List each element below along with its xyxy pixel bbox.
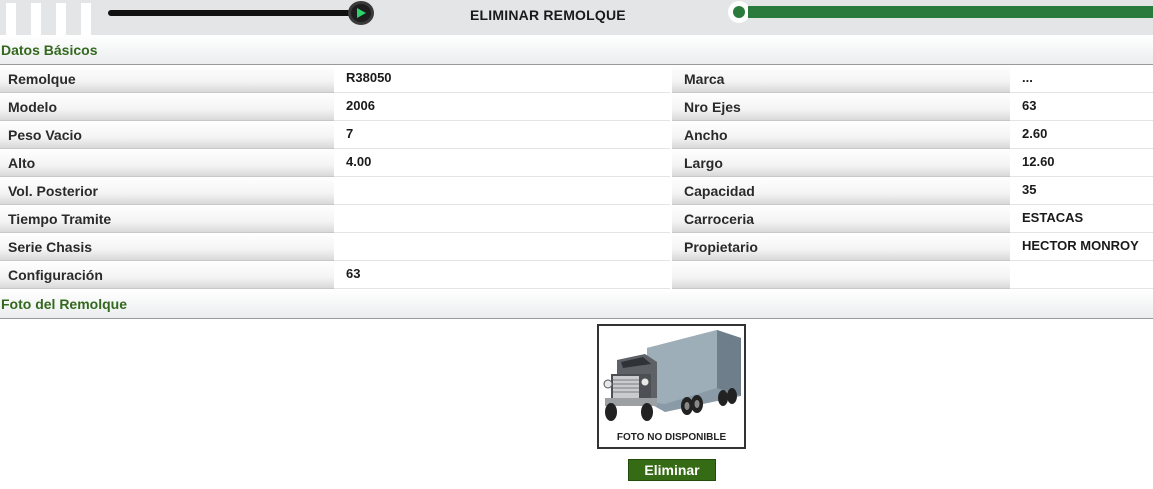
progress-knob (728, 1, 750, 23)
field-value: ... (1010, 65, 1153, 93)
details-table: Remolque R38050 Marca ... Modelo 2006 Nr… (0, 65, 1153, 289)
field-label: Propietario (672, 233, 1010, 261)
field-value: 7 (334, 121, 670, 149)
field-label: Largo (672, 149, 1010, 177)
top-bar: ELIMINAR REMOLQUE (0, 0, 1153, 35)
decorative-stripes (0, 3, 92, 35)
delete-button[interactable]: Eliminar (628, 459, 716, 481)
section-header-datos-basicos: Datos Básicos (0, 36, 1153, 65)
field-value: 63 (334, 261, 670, 289)
field-label: Alto (0, 149, 334, 177)
field-label: Tiempo Tramite (0, 205, 334, 233)
section-header-foto: Foto del Remolque (0, 290, 1153, 319)
table-row: Vol. Posterior Capacidad 35 (0, 177, 1153, 205)
field-value: 2.60 (1010, 121, 1153, 149)
field-value: R38050 (334, 65, 670, 93)
table-row: Serie Chasis Propietario HECTOR MONROY (0, 233, 1153, 261)
progress-bar (748, 6, 1153, 18)
field-value: 2006 (334, 93, 670, 121)
field-label: Carroceria (672, 205, 1010, 233)
table-row: Alto 4.00 Largo 12.60 (0, 149, 1153, 177)
play-button[interactable] (348, 1, 374, 25)
play-icon (357, 8, 366, 18)
field-value (334, 233, 670, 261)
table-row: Modelo 2006 Nro Ejes 63 (0, 93, 1153, 121)
field-value (334, 177, 670, 205)
field-label: Capacidad (672, 177, 1010, 205)
table-row: Remolque R38050 Marca ... (0, 65, 1153, 93)
field-label (672, 261, 1010, 289)
field-value: 63 (1010, 93, 1153, 121)
table-row: Peso Vacio 7 Ancho 2.60 (0, 121, 1153, 149)
photo-caption: FOTO NO DISPONIBLE (616, 432, 727, 443)
section-title: Foto del Remolque (1, 296, 127, 312)
field-label: Ancho (672, 121, 1010, 149)
field-label: Serie Chasis (0, 233, 334, 261)
field-label: Nro Ejes (672, 93, 1010, 121)
field-value: ESTACAS (1010, 205, 1153, 233)
slider-track[interactable] (108, 10, 360, 16)
field-value (334, 205, 670, 233)
field-label: Marca (672, 65, 1010, 93)
field-label: Remolque (0, 65, 334, 93)
section-title: Datos Básicos (1, 42, 98, 58)
field-value (1010, 261, 1153, 289)
field-value: HECTOR MONROY (1010, 233, 1153, 261)
field-label: Vol. Posterior (0, 177, 334, 205)
table-row: Tiempo Tramite Carroceria ESTACAS (0, 205, 1153, 233)
field-label: Configuración (0, 261, 334, 289)
trailer-photo: FOTO NO DISPONIBLE (597, 324, 746, 449)
table-row: Configuración 63 (0, 261, 1153, 289)
field-value: 35 (1010, 177, 1153, 205)
truck-icon (603, 330, 741, 421)
field-value: 4.00 (334, 149, 670, 177)
field-value: 12.60 (1010, 149, 1153, 177)
field-label: Modelo (0, 93, 334, 121)
page-title: ELIMINAR REMOLQUE (470, 7, 626, 23)
field-label: Peso Vacio (0, 121, 334, 149)
